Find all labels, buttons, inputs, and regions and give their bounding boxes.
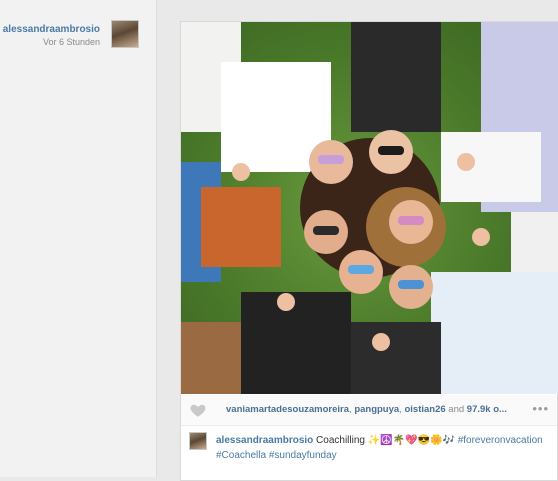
like-user-link[interactable]: pangpuya (354, 404, 399, 415)
post-card: vaniamartadesouzamoreira, pangpuya, oist… (180, 21, 558, 481)
caption-body: Coachilling ✨☮️🌴💖😎🌼🎶 (316, 435, 455, 446)
post-caption: alessandraambrosio Coachilling ✨☮️🌴💖😎🌼🎶 … (189, 432, 551, 478)
post-photo-illustration (181, 22, 558, 394)
hashtag-link[interactable]: #sundayfunday (269, 450, 337, 461)
left-column: alessandraambrosio Vor 6 Stunden (0, 0, 157, 477)
likes-and-text: and (445, 404, 467, 415)
avatar[interactable] (111, 20, 139, 48)
more-options-button[interactable]: ••• (532, 401, 549, 416)
like-user-link[interactable]: vaniamartadesouzamoreira (226, 404, 349, 415)
like-user-link[interactable]: oistian26 (404, 404, 445, 415)
likes-summary: vaniamartadesouzamoreira, pangpuya, oist… (226, 404, 516, 415)
post-photo[interactable] (181, 22, 558, 394)
caption-text: alessandraambrosio Coachilling ✨☮️🌴💖😎🌼🎶 … (216, 433, 551, 463)
caption-avatar[interactable] (189, 432, 207, 450)
likes-count-link[interactable]: 97.9k o... (467, 404, 507, 415)
caption-username-link[interactable]: alessandraambrosio (216, 435, 313, 446)
post-action-bar: vaniamartadesouzamoreira, pangpuya, oist… (181, 395, 557, 426)
heart-icon[interactable] (189, 401, 207, 419)
hashtag-link[interactable]: #foreveronvacation (458, 435, 543, 446)
hashtag-link[interactable]: #Coachella (216, 450, 266, 461)
post-user-block: alessandraambrosio Vor 6 Stunden (0, 20, 148, 54)
username-link[interactable]: alessandraambrosio (3, 24, 100, 35)
post-timestamp: Vor 6 Stunden (42, 37, 100, 47)
